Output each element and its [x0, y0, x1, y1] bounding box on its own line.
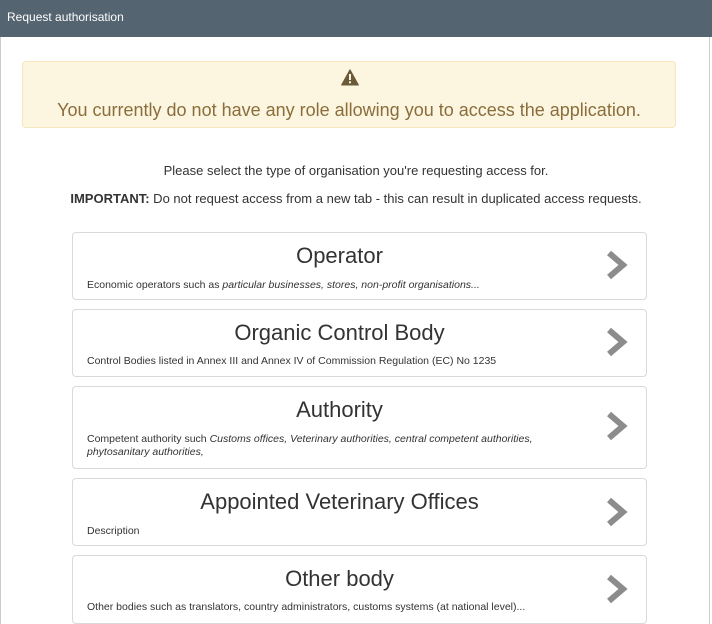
option-description: Control Bodies listed in Annex III and A…: [87, 355, 586, 368]
option-title: Organic Control Body: [234, 320, 445, 345]
option-title: Operator: [296, 243, 383, 268]
chevron-right-icon: [607, 497, 628, 527]
option-title: Authority: [296, 397, 383, 422]
option-title: Other body: [285, 566, 394, 591]
important-notice: IMPORTANT: Do not request access from a …: [0, 191, 712, 207]
option-description: Economic operators such as particular bu…: [87, 279, 586, 292]
org-option-organic-control-body[interactable]: Organic Control Body Control Bodies list…: [72, 309, 647, 377]
desc-plain: Description: [87, 525, 140, 537]
option-title: Appointed Veterinary Offices: [200, 489, 479, 514]
chevron-right-icon: [607, 327, 628, 357]
desc-plain: Control Bodies listed in Annex III and A…: [87, 355, 497, 367]
important-text: Do not request access from a new tab - t…: [149, 191, 642, 206]
warning-message: You currently do not have any role allow…: [57, 100, 641, 120]
panel-header: Request authorisation: [0, 0, 712, 37]
desc-plain: Economic operators such as: [87, 279, 223, 291]
desc-italic: particular businesses, stores, non-profi…: [222, 279, 480, 291]
desc-plain: Competent authority such: [87, 433, 210, 445]
option-description: Competent authority such Customs offices…: [87, 433, 586, 459]
chevron-right-icon: [607, 411, 628, 441]
org-option-other-body[interactable]: Other body Other bodies such as translat…: [72, 555, 647, 624]
option-description: Description: [87, 525, 586, 538]
option-description: Other bodies such as translators, countr…: [87, 601, 586, 614]
panel-title: Request authorisation: [7, 10, 124, 24]
chevron-right-icon: [607, 250, 628, 280]
desc-plain: Other bodies such as translators, countr…: [87, 601, 526, 613]
important-label: IMPORTANT:: [70, 191, 150, 206]
select-instructions: Please select the type of organisation y…: [163, 163, 549, 178]
warning-triangle-icon: [341, 69, 359, 86]
org-option-operator[interactable]: Operator Economic operators such as part…: [72, 232, 647, 300]
chevron-right-icon: [607, 574, 628, 604]
org-option-appointed-veterinary-offices[interactable]: Appointed Veterinary Offices Description: [72, 478, 647, 546]
no-role-warning: You currently do not have any role allow…: [22, 61, 676, 128]
org-option-authority[interactable]: Authority Competent authority such Custo…: [72, 386, 647, 469]
